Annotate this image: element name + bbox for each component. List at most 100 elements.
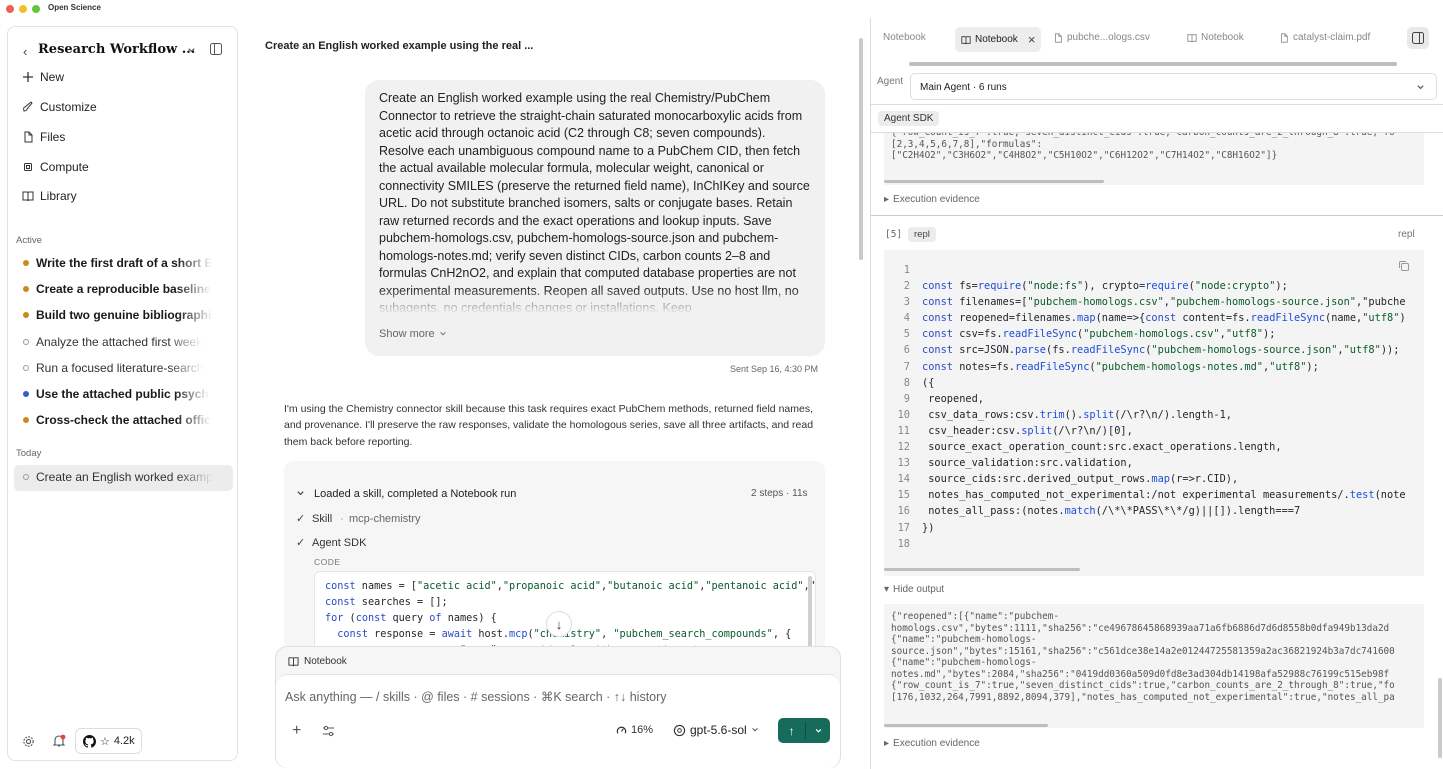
project-title[interactable]: Research Workflow ... [38, 42, 195, 57]
output-line: source.json","bytes":15161,"sha256":"c56… [891, 645, 1395, 657]
send-button[interactable]: ↑ [778, 718, 805, 743]
line-code: const src=JSON.parse(fs.readFileSync("pu… [922, 344, 1400, 357]
chevron-down-icon[interactable] [296, 489, 305, 498]
scroll-to-bottom-button[interactable]: ↓ [546, 611, 572, 637]
code-line: 15 notes_has_computed_not_experimental:/… [884, 487, 1424, 503]
code-scrollbar[interactable] [884, 568, 1080, 571]
github-stars-button[interactable]: ☆ 4.2k [75, 728, 142, 754]
session-label: Build two genuine bibliographic [36, 308, 213, 323]
star-icon: ☆ [100, 735, 110, 748]
separator-dot: · [340, 513, 344, 525]
cell-kind-chip: repl [908, 227, 936, 242]
context-usage: 16% [616, 724, 653, 736]
send-options-chevron-icon[interactable] [814, 727, 823, 735]
code-line: const names = ["acetic acid","propanoic … [325, 581, 815, 592]
tab-catalyst-claim-pdf-4[interactable]: catalyst-claim.pdf [1279, 32, 1370, 43]
sidebar-item-library[interactable]: Library [22, 189, 77, 203]
model-selector[interactable]: gpt-5.6-sol [673, 723, 759, 737]
code-line: 8 ({ [884, 375, 1424, 391]
session-item[interactable]: Use the attached public psych [23, 387, 213, 401]
book-icon [288, 657, 299, 667]
line-number: 7 [903, 360, 910, 373]
output-scrollbar[interactable] [884, 724, 1048, 727]
line-code: notes_all_pass:(notes.match(/\*\*PASS\*\… [922, 505, 1301, 518]
line-code: const fs=require("node:fs"), crypto=requ… [922, 280, 1288, 293]
session-item[interactable]: Cross-check the attached offic [23, 413, 213, 427]
bell-icon[interactable] [52, 734, 66, 748]
session-label: Write the first draft of a short E [36, 256, 213, 270]
tab-notebook-1[interactable]: Notebook × [955, 27, 1042, 52]
session-item[interactable]: Analyze the attached first week [23, 335, 213, 349]
chat-panel: Create an English worked example using t… [240, 18, 865, 769]
panel-layout-icon [1412, 32, 1424, 44]
tab-notebook-0[interactable]: Notebook [883, 32, 926, 43]
execution-evidence-toggle[interactable]: ▸ Execution evidence [884, 738, 980, 749]
output-line: {"name":"pubchem-homologs- [891, 657, 1037, 668]
code-line: 14 source_cids:src.derived_output_rows.m… [884, 471, 1424, 487]
sidebar-item-compute[interactable]: Compute [22, 160, 89, 174]
line-number: 9 [903, 392, 910, 405]
status-dot-icon [23, 286, 29, 293]
show-more-button[interactable]: Show more [379, 328, 447, 340]
session-item[interactable]: Create a reproducible baseline [23, 282, 213, 296]
file-icon [1281, 32, 1288, 43]
panel-toggle-button[interactable] [1407, 27, 1429, 49]
back-chevron-icon[interactable]: ‹ [23, 44, 33, 59]
sidebar-toggle-icon[interactable] [210, 43, 222, 55]
session-item[interactable]: Run a focused literature-search [23, 361, 213, 375]
chevron-down-icon[interactable] [187, 46, 196, 55]
agent-selector[interactable]: Main Agent · 6 runs [910, 73, 1437, 100]
chevron-down-icon [439, 332, 446, 336]
output-line: [2,3,4,5,6,7,8],"formulas": [891, 138, 1043, 150]
attachment-chip[interactable]: Notebook [288, 656, 347, 667]
execution-evidence-toggle[interactable]: ▸ Execution evidence [884, 194, 980, 205]
tab-notebook-3[interactable]: Notebook [1187, 32, 1244, 43]
session-label: Create an English worked examp [36, 470, 213, 484]
code-line: 2 const fs=require("node:fs"), crypto=req… [884, 278, 1424, 294]
sidebar-item-files[interactable]: Files [22, 130, 65, 144]
gauge-icon [616, 726, 627, 734]
panel-scrollbar[interactable] [1438, 678, 1442, 758]
sidebar-item-label: Compute [40, 160, 89, 174]
skill-name: mcp-chemistry [349, 513, 421, 525]
close-window-button[interactable] [6, 5, 14, 13]
tabs-scrollbar[interactable] [909, 62, 1397, 66]
code-line: 7 const notes=fs.readFileSync("pubchem-ho… [884, 359, 1424, 375]
tab-pubche-ologs-csv-2[interactable]: pubche...ologs.csv [1053, 32, 1150, 43]
session-item[interactable]: Write the first draft of a short E [23, 256, 213, 270]
steps-summary[interactable]: Loaded a skill, completed a Notebook run [314, 488, 516, 500]
line-code: reopened, [922, 392, 984, 405]
sidebar-item-label: Customize [40, 100, 97, 114]
session-label: Analyze the attached first week [36, 334, 203, 349]
cpu-icon [24, 163, 32, 171]
cell-index: [5] [885, 229, 903, 240]
output-line: {"row_count_is_7":true,"seven_distinct_c… [891, 680, 1395, 691]
github-icon [83, 734, 96, 748]
chat-scrollbar[interactable] [859, 38, 863, 260]
maximize-window-button[interactable] [32, 5, 40, 13]
message-input[interactable]: Ask anything — / skills · @ files · # se… [285, 689, 667, 704]
code-cell[interactable]: 1 2 const fs=require("node:fs"), crypto=re… [884, 250, 1424, 576]
code-line: 18 [884, 536, 1424, 552]
sidebar-item-new[interactable]: New [22, 70, 64, 84]
composer-input-area: Ask anything — / skills · @ files · # se… [276, 674, 840, 768]
close-tab-icon[interactable]: × [1028, 32, 1036, 47]
minimize-window-button[interactable] [19, 5, 27, 13]
agent-sdk-chip: Agent SDK [878, 111, 940, 126]
sidebar-item-customize[interactable]: Customize [22, 100, 97, 114]
code-line: 11 csv_header:csv.split(/\r?\n/)[0], [884, 423, 1424, 439]
session-item[interactable]: Build two genuine bibliographic [23, 308, 213, 322]
fade-overlay [379, 288, 811, 314]
code-scrollbar[interactable] [808, 576, 812, 656]
add-attachment-button[interactable]: + [292, 722, 301, 740]
output-line: {"name":"pubchem-homologs- [891, 634, 1037, 645]
sliders-icon[interactable] [322, 725, 335, 737]
copy-icon[interactable] [1398, 260, 1410, 272]
hide-output-toggle[interactable]: ▾ Hide output [884, 584, 944, 595]
book-icon [961, 35, 971, 44]
code-line: 10 csv_data_rows:csv.trim().split(/\r?\n… [884, 407, 1424, 423]
settings-gear-icon[interactable] [22, 735, 35, 748]
output-scrollbar[interactable] [884, 180, 1104, 183]
steps-meta: 2 steps · 11s [751, 488, 808, 499]
session-item[interactable]: Create an English worked examp [23, 470, 213, 484]
